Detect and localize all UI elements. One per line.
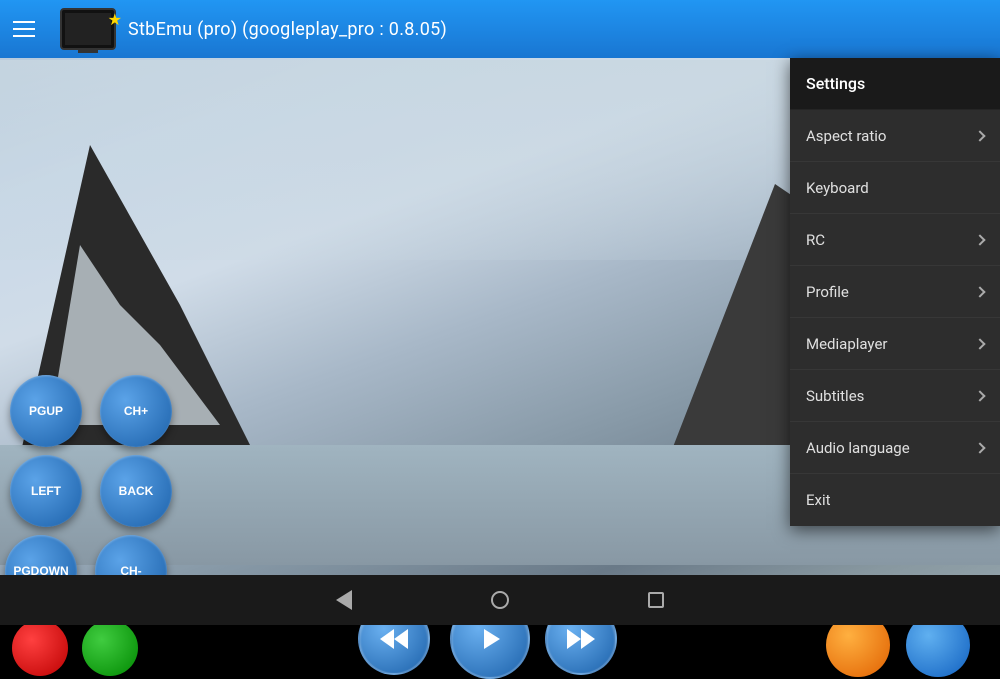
left-button[interactable]: LEFT (10, 455, 82, 527)
nav-back-icon (336, 590, 352, 610)
menu-item-keyboard[interactable]: Keyboard (790, 162, 1000, 214)
chevron-right-icon (974, 130, 985, 141)
chevron-right-icon (974, 390, 985, 401)
nav-recent-button[interactable] (638, 582, 674, 618)
red-button[interactable] (12, 620, 68, 676)
pgup-button[interactable]: PGUP (10, 375, 82, 447)
dropdown-menu: Settings Aspect ratio Keyboard RC Profil… (790, 58, 1000, 526)
nav-home-icon (491, 591, 509, 609)
chevron-right-icon (974, 338, 985, 349)
chevron-right-icon (974, 234, 985, 245)
tv-icon-area: ★ (48, 8, 128, 50)
star-badge: ★ (108, 10, 122, 29)
menu-item-exit[interactable]: Exit (790, 474, 1000, 526)
menu-item-settings[interactable]: Settings (790, 58, 1000, 110)
menu-item-aspect-ratio[interactable]: Aspect ratio (790, 110, 1000, 162)
hamburger-button[interactable] (0, 0, 48, 58)
menu-item-profile[interactable]: Profile (790, 266, 1000, 318)
nav-back-button[interactable] (326, 582, 362, 618)
top-bar: ★ StbEmu (pro) (googleplay_pro : 0.8.05) (0, 0, 1000, 58)
back-button[interactable]: BACK (100, 455, 172, 527)
chevron-right-icon (974, 442, 985, 453)
system-bar (0, 575, 1000, 625)
menu-item-rc[interactable]: RC (790, 214, 1000, 266)
nav-recent-icon (648, 592, 664, 608)
menu-item-audio-language[interactable]: Audio language (790, 422, 1000, 474)
chevron-right-icon (974, 286, 985, 297)
green-button[interactable] (82, 620, 138, 676)
nav-home-button[interactable] (482, 582, 518, 618)
chplus-button[interactable]: CH+ (100, 375, 172, 447)
menu-item-mediaplayer[interactable]: Mediaplayer (790, 318, 1000, 370)
app-title: StbEmu (pro) (googleplay_pro : 0.8.05) (128, 19, 1000, 40)
menu-item-subtitles[interactable]: Subtitles (790, 370, 1000, 422)
